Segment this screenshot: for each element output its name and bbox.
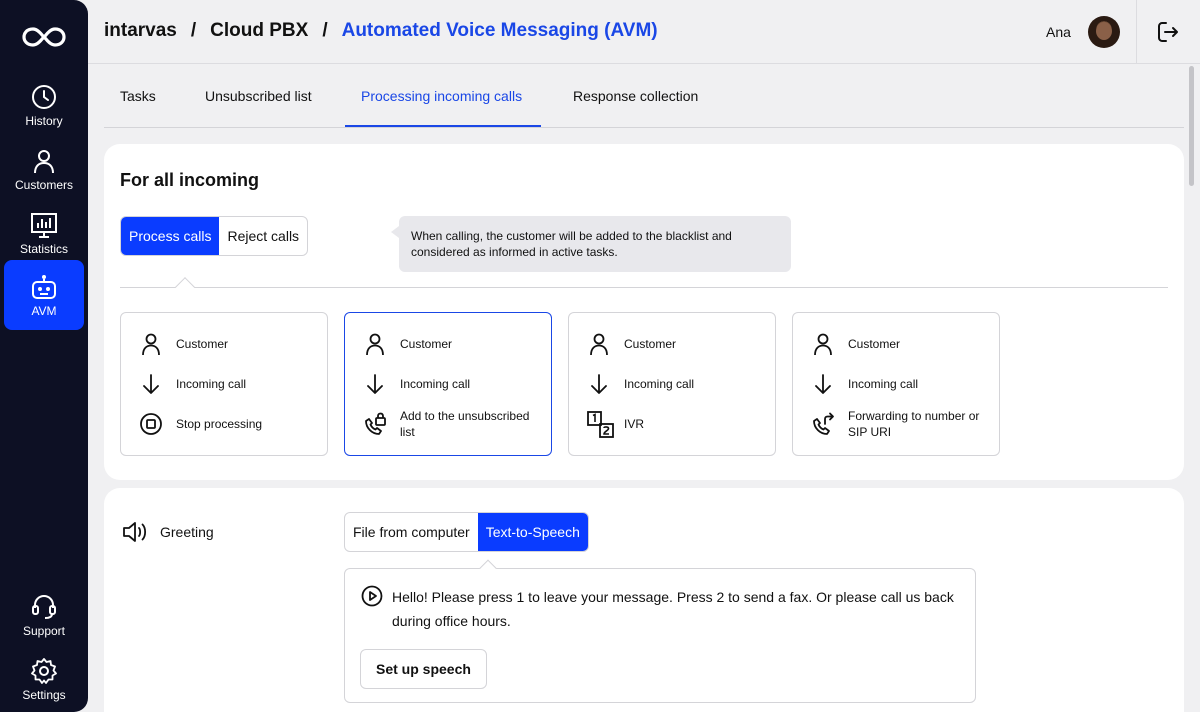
action-card-stop-processing[interactable]: Customer Incoming call Stop processing — [120, 312, 328, 456]
breadcrumb-item-company[interactable]: intarvas — [104, 20, 177, 42]
person-icon — [366, 333, 384, 356]
arrow-down-icon — [367, 374, 383, 394]
tts-panel: Hello! Please press 1 to leave your mess… — [344, 568, 976, 703]
arrow-down-icon — [143, 374, 159, 394]
action-label: IVR — [624, 417, 645, 431]
customer-label: Customer — [176, 337, 229, 351]
tab-unsubscribed-list[interactable]: Unsubscribed list — [205, 88, 312, 104]
action-card-forwarding[interactable]: Customer Incoming call Forwarding to num… — [792, 312, 1000, 456]
clock-icon — [32, 85, 56, 109]
person-icon — [34, 150, 54, 174]
pointer-notch — [175, 277, 195, 297]
incoming-call-label: Incoming call — [400, 377, 471, 391]
sidebar-item-label: Support — [22, 624, 66, 638]
sidebar-item-statistics[interactable]: Statistics — [4, 200, 84, 264]
sidebar-item-avm[interactable]: AVM — [4, 260, 84, 330]
incoming-call-label: Incoming call — [176, 377, 247, 391]
breadcrumb-item-current: Automated Voice Messaging (AVM) — [341, 20, 658, 41]
arrow-down-icon — [815, 374, 831, 394]
person-icon — [142, 333, 160, 356]
tab-response-collection[interactable]: Response collection — [573, 88, 698, 104]
customer-label: Customer — [624, 337, 677, 351]
user-name[interactable]: Ana — [1046, 24, 1071, 40]
sidebar-item-settings[interactable]: Settings — [4, 646, 84, 710]
sidebar-item-label: History — [25, 114, 63, 128]
greeting-source-toggle: File from computer Text-to-Speech — [344, 512, 589, 552]
section-title: For all incoming — [120, 170, 260, 190]
incoming-call-label: Incoming call — [848, 377, 919, 391]
sidebar-item-support[interactable]: Support — [4, 582, 84, 646]
stop-icon — [140, 413, 162, 435]
incoming-calls-card: For all incoming Process calls Reject ca… — [104, 144, 1184, 480]
play-icon[interactable] — [361, 585, 383, 607]
action-card-ivr[interactable]: Customer Incoming call IVR — [568, 312, 776, 456]
gear-icon — [31, 658, 57, 684]
breadcrumb-separator: / — [190, 20, 197, 41]
top-header: intarvas / Cloud PBX / Automated Voice M… — [88, 0, 1200, 64]
breadcrumb-separator: / — [322, 20, 328, 41]
logout-icon[interactable] — [1156, 20, 1180, 44]
sidebar-item-label: Statistics — [19, 242, 68, 256]
action-label: Forwarding to number or SIP URI — [848, 409, 980, 439]
breadcrumb: intarvas / Cloud PBX / Automated Voice M… — [104, 20, 658, 42]
customer-label: Customer — [848, 337, 901, 351]
header-divider — [1136, 0, 1137, 64]
sidebar-item-label: Settings — [22, 688, 66, 702]
active-tab-indicator — [345, 125, 541, 127]
action-label: Stop processing — [176, 417, 263, 431]
sidebar-item-label: Customers — [14, 178, 73, 192]
info-tooltip: When calling, the customer will be added… — [391, 216, 791, 272]
tts-message-text: Hello! Please press 1 to leave your mess… — [392, 589, 954, 629]
robot-icon — [32, 275, 56, 299]
text-to-speech-option[interactable]: Text-to-Speech — [477, 513, 588, 551]
speaker-icon — [123, 522, 147, 542]
avatar[interactable] — [1088, 16, 1120, 48]
phone-forward-icon — [813, 412, 834, 435]
greeting-label: Greeting — [160, 524, 214, 540]
incoming-call-label: Incoming call — [624, 377, 695, 391]
headset-icon — [32, 594, 56, 619]
process-calls-option[interactable]: Process calls — [121, 217, 220, 255]
tab-bar: Tasks Unsubscribed list Processing incom… — [104, 64, 1184, 128]
sidebar-item-customers[interactable]: Customers — [4, 136, 84, 200]
sidebar: History Customers Statistics AVM Support… — [0, 0, 88, 712]
person-icon — [590, 333, 608, 356]
tab-tasks[interactable]: Tasks — [120, 88, 156, 104]
person-icon — [814, 333, 832, 356]
ivr-icon — [587, 411, 614, 438]
sidebar-item-label: AVM — [31, 304, 57, 318]
scrollbar-thumb[interactable] — [1189, 66, 1194, 186]
reject-calls-option[interactable]: Reject calls — [219, 217, 307, 255]
arrow-down-icon — [591, 374, 607, 394]
chart-icon — [31, 213, 57, 238]
action-label: Add to the unsubscribed list — [400, 409, 530, 439]
phone-lock-icon — [365, 412, 386, 435]
greeting-card: Greeting File from computer Text-to-Spee… — [104, 488, 1184, 712]
file-from-computer-option[interactable]: File from computer — [345, 513, 478, 551]
call-mode-toggle: Process calls Reject calls — [120, 216, 309, 256]
sidebar-item-history[interactable]: History — [4, 72, 84, 136]
divider — [120, 287, 1168, 288]
infinity-logo-icon[interactable] — [22, 22, 66, 52]
tab-processing-incoming-calls[interactable]: Processing incoming calls — [361, 88, 522, 104]
breadcrumb-item-cloud-pbx[interactable]: Cloud PBX — [210, 20, 308, 42]
customer-label: Customer — [400, 337, 453, 351]
set-up-speech-button[interactable]: Set up speech — [360, 649, 487, 689]
action-card-add-to-unsubscribed[interactable]: Customer Incoming call Add to the unsubs… — [344, 312, 552, 456]
